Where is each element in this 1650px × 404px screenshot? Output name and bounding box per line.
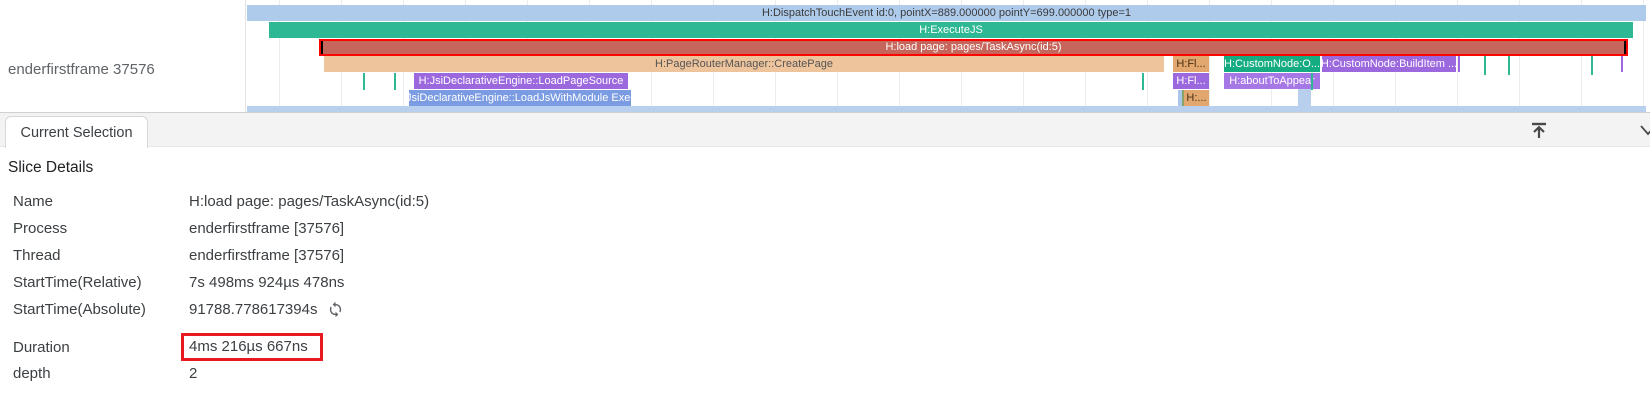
field-row-duration: Duration 4ms 216µs 667ns (13, 333, 1650, 361)
duration-value: 4ms 216µs 667ns (189, 338, 308, 355)
timeline-slice[interactable]: H:JsiDeclarativeEngine::LoadPageSource (414, 73, 628, 89)
trace-viewer: enderfirstframe 37576 H:DispatchTouchEve… (0, 0, 1650, 404)
sync-icon[interactable] (327, 301, 344, 318)
field-value: enderfirstframe [37576] (189, 247, 344, 264)
timeline-tick (1484, 56, 1486, 75)
field-label: depth (13, 365, 189, 382)
field-value: 7s 498ms 924µs 478ns (189, 274, 344, 291)
timeline-tick (1458, 56, 1460, 72)
timeline-slice[interactable]: H:Fl... (1173, 56, 1209, 72)
field-label: StartTime(Absolute) (13, 301, 189, 318)
field-row-process: Process enderfirstframe [37576] (13, 219, 1650, 237)
timeline-tick (1621, 56, 1623, 72)
duration-highlight-box: 4ms 216µs 667ns (181, 333, 323, 361)
timeline-tick (363, 73, 365, 90)
timeline-slice-fragment[interactable] (1298, 89, 1311, 106)
field-label: Process (13, 220, 189, 237)
field-label: StartTime(Relative) (13, 274, 189, 291)
chevron-down-icon[interactable] (1638, 120, 1650, 140)
field-row-depth: depth 2 (13, 364, 1650, 382)
collapse-to-top-icon[interactable] (1528, 119, 1550, 141)
tab-current-selection[interactable]: Current Selection (5, 116, 148, 148)
timeline-slice[interactable]: H:PageRouterManager::CreatePage (324, 56, 1164, 72)
timeline-tick (1591, 56, 1593, 75)
slice-details-table: Name H:load page: pages/TaskAsync(id:5) … (13, 192, 1650, 382)
field-label: Thread (13, 247, 189, 264)
tab-bar: Current Selection (0, 113, 1650, 147)
timeline-tick (1311, 73, 1313, 90)
field-value: 2 (189, 365, 197, 382)
field-value: H:load page: pages/TaskAsync(id:5) (189, 193, 429, 210)
field-label: Duration (13, 339, 189, 356)
track-label: enderfirstframe 37576 (8, 61, 155, 78)
timeline-slice[interactable]: H:ExecuteJS (269, 22, 1633, 38)
field-value: 91788.778617394s (189, 301, 344, 318)
timeline-slice[interactable]: H:Fl... (1173, 73, 1209, 89)
field-row-starttime-absolute: StartTime(Absolute) 91788.778617394s (13, 300, 1650, 318)
starttime-absolute-value: 91788.778617394s (189, 301, 317, 318)
timeline-tick (394, 73, 396, 90)
slice-details-panel: Slice Details Name H:load page: pages/Ta… (0, 148, 1650, 391)
field-label: Name (13, 193, 189, 210)
timeline-slice[interactable]: H:... (1184, 90, 1209, 106)
timeline-slice[interactable]: H:load page: pages/TaskAsync(id:5) (319, 39, 1628, 56)
timeline-tick (1508, 56, 1510, 75)
field-value: 4ms 216µs 667ns (189, 333, 323, 361)
timeline-slice[interactable]: H:aboutToAppear (1224, 73, 1320, 89)
timeline-slice[interactable]: H:CustomNode:BuildItem ... (1322, 56, 1456, 72)
timeline-slice[interactable]: H:CustomNode:O... (1224, 56, 1320, 72)
timeline-slice[interactable]: H:DispatchTouchEvent id:0, pointX=889.00… (247, 5, 1646, 21)
field-row-name: Name H:load page: pages/TaskAsync(id:5) (13, 192, 1650, 210)
panel-title: Slice Details (8, 159, 1650, 177)
field-row-starttime-relative: StartTime(Relative) 7s 498ms 924µs 478ns (13, 273, 1650, 291)
field-row-thread: Thread enderfirstframe [37576] (13, 246, 1650, 264)
field-value: enderfirstframe [37576] (189, 220, 344, 237)
tab-label: Current Selection (20, 125, 132, 141)
timeline-tick (1142, 73, 1144, 90)
timeline-slice[interactable]: H:JsiDeclarativeEngine::LoadJsWithModule… (409, 90, 631, 106)
timeline-canvas[interactable]: H:DispatchTouchEvent id:0, pointX=889.00… (245, 0, 1650, 112)
